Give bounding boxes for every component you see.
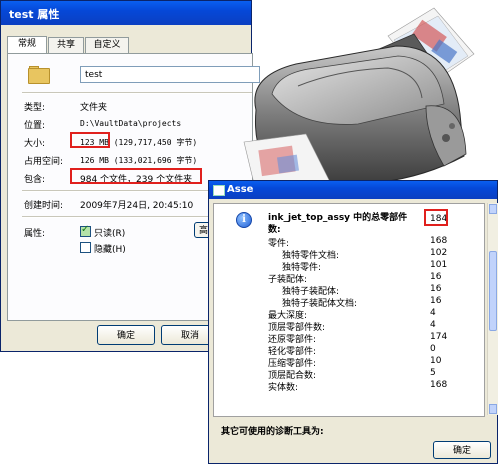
scroll-thumb[interactable]: [489, 251, 497, 331]
type-value: 文件夹: [80, 103, 108, 113]
properties-title: test 属性: [9, 8, 60, 21]
readonly-checkbox[interactable]: [80, 224, 91, 237]
assembly-statistics-dialog: Asse i ink_jet_top_assy 中的总零部件数: 184 零件:…: [208, 180, 498, 464]
stat-value: 5: [430, 368, 436, 378]
info-icon: i: [236, 212, 252, 228]
folder-name-field[interactable]: test: [80, 66, 260, 83]
hidden-label: 隐藏(H): [94, 245, 126, 255]
contains-highlight: [70, 168, 202, 184]
stat-value: 4: [430, 308, 436, 318]
location-value: D:\VaultData\projects: [80, 119, 182, 128]
stat-value: 4: [430, 320, 436, 330]
diagnostic-tools-label: 其它可使用的诊断工具为:: [221, 427, 324, 437]
total-highlight: [424, 209, 448, 226]
stat-value: 16: [430, 272, 442, 282]
assembly-title: Asse: [227, 184, 254, 195]
stat-value: 102: [430, 248, 448, 258]
tab-general[interactable]: 常规: [7, 36, 47, 53]
stat-value: 174: [430, 332, 448, 342]
attributes-label: 属性:: [24, 229, 46, 239]
stat-value: 16: [430, 296, 442, 306]
tab-custom[interactable]: 自定义: [85, 37, 129, 53]
statistics-scrollbar[interactable]: [487, 203, 498, 415]
size-label: 大小:: [24, 139, 46, 149]
location-label: 位置:: [24, 121, 46, 131]
stat-label: 实体数:: [268, 383, 299, 393]
disk-size-value: 126 MB (133,021,696 字节): [80, 156, 198, 165]
stat-value: 168: [430, 380, 448, 390]
hidden-checkbox[interactable]: [80, 242, 91, 253]
total-components-label: ink_jet_top_assy 中的总零部件数:: [268, 213, 408, 235]
stat-value: 16: [430, 284, 442, 294]
disk-size-label: 占用空间:: [24, 157, 64, 167]
folder-icon: [28, 66, 50, 84]
properties-titlebar[interactable]: test 属性: [1, 1, 251, 25]
created-value: 2009年7月24日, 20:45:10: [80, 201, 194, 211]
stat-value: 101: [430, 260, 448, 270]
window-icon: [213, 185, 225, 196]
scroll-up-arrow[interactable]: [489, 204, 497, 214]
size-highlight: [70, 132, 110, 148]
assembly-titlebar[interactable]: Asse: [209, 181, 497, 199]
contains-label: 包含:: [24, 175, 46, 185]
ok-button[interactable]: 确定: [97, 325, 155, 345]
tab-sharing[interactable]: 共享: [48, 37, 84, 53]
readonly-label: 只读(R): [94, 229, 126, 239]
created-label: 创建时间:: [24, 201, 64, 211]
scroll-down-arrow[interactable]: [489, 404, 497, 414]
stat-value: 0: [430, 344, 436, 354]
printer-model-image: [243, 7, 475, 193]
statistics-panel: i ink_jet_top_assy 中的总零部件数: 184 零件: 168 …: [213, 203, 485, 417]
divider: [22, 92, 252, 94]
stat-value: 10: [430, 356, 442, 366]
type-label: 类型:: [24, 103, 46, 113]
stat-value: 168: [430, 236, 448, 246]
assy-ok-button[interactable]: 确定: [433, 441, 491, 459]
